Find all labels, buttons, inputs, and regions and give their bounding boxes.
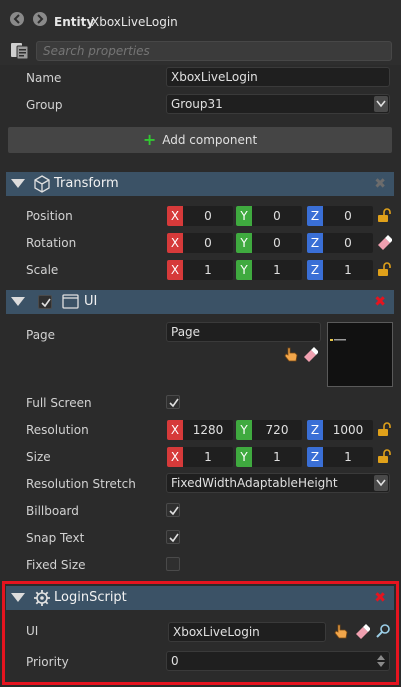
- eraser-icon[interactable]: [302, 346, 318, 362]
- collapse-triangle-icon: [11, 297, 25, 306]
- size-y-field[interactable]: 1: [252, 447, 302, 467]
- group-value: Group31: [171, 97, 223, 111]
- axis-z-label: Z: [307, 447, 323, 467]
- fixed-size-label: Fixed Size: [26, 558, 86, 572]
- size-x-field[interactable]: 1: [183, 447, 233, 467]
- check-icon: [41, 298, 51, 308]
- position-x-field[interactable]: 0: [183, 206, 233, 226]
- group-dropdown[interactable]: Group31: [166, 94, 390, 114]
- remove-component-icon[interactable]: ✖: [374, 295, 386, 309]
- hand-pointer-icon[interactable]: [283, 346, 299, 362]
- chevron-down-icon: [374, 96, 388, 112]
- rotation-z-field[interactable]: 0: [323, 233, 373, 253]
- arrow-left-icon: [13, 14, 20, 24]
- snap-text-checkbox[interactable]: [166, 530, 180, 544]
- axis-y-label: Y: [236, 420, 252, 440]
- axis-x-label: X: [167, 260, 183, 280]
- arrow-right-icon: [37, 14, 44, 24]
- scale-y-field[interactable]: 1: [252, 260, 302, 280]
- axis-x-label: X: [167, 420, 183, 440]
- page-thumbnail-icon: [330, 339, 346, 341]
- resolution-stretch-value: FixedWidthAdaptableHeight: [171, 476, 338, 490]
- page-field[interactable]: Page: [166, 322, 321, 342]
- name-field[interactable]: XboxLiveLogin: [166, 67, 390, 87]
- entity-title: XboxLiveLogin: [91, 15, 178, 29]
- rotation-label: Rotation: [26, 236, 77, 250]
- eraser-icon[interactable]: [376, 234, 392, 250]
- axis-z-label: Z: [307, 206, 323, 226]
- axis-x-label: X: [167, 233, 183, 253]
- check-icon: [169, 533, 179, 543]
- check-icon: [169, 506, 179, 516]
- ui-title: UI: [84, 294, 98, 309]
- scale-x-field[interactable]: 1: [183, 260, 233, 280]
- axis-y-label: Y: [236, 260, 252, 280]
- ui-enabled-checkbox[interactable]: [38, 295, 52, 309]
- add-component-button[interactable]: + Add component: [8, 127, 392, 153]
- axis-y-label: Y: [236, 206, 252, 226]
- collapse-triangle-icon: [11, 179, 25, 188]
- billboard-label: Billboard: [26, 504, 79, 518]
- name-label: Name: [26, 71, 62, 85]
- page-label: Page: [26, 328, 56, 342]
- axis-y-label: Y: [236, 233, 252, 253]
- axis-x-label: X: [167, 206, 183, 226]
- transform-title: Transform: [54, 176, 119, 191]
- resolution-stretch-dropdown[interactable]: FixedWidthAdaptableHeight: [166, 473, 390, 493]
- resolution-y-field[interactable]: 720: [252, 420, 302, 440]
- axis-z-label: Z: [307, 420, 323, 440]
- resolution-label: Resolution: [26, 423, 89, 437]
- lock-open-icon[interactable]: [377, 448, 391, 464]
- search-input[interactable]: [36, 41, 392, 61]
- position-label: Position: [26, 209, 73, 223]
- resolution-z-field[interactable]: 1000: [323, 420, 373, 440]
- plus-icon: +: [142, 130, 157, 149]
- remove-component-icon[interactable]: ✖: [374, 177, 386, 191]
- page-preview: [327, 322, 393, 387]
- position-z-field[interactable]: 0: [323, 206, 373, 226]
- fullscreen-checkbox[interactable]: [166, 395, 180, 409]
- position-y-field[interactable]: 0: [252, 206, 302, 226]
- size-label: Size: [26, 450, 51, 464]
- group-label: Group: [26, 98, 63, 112]
- resolution-x-field[interactable]: 1280: [183, 420, 233, 440]
- fullscreen-label: Full Screen: [26, 396, 92, 410]
- entity-kind-label: Entity: [54, 15, 95, 29]
- fixed-size-checkbox[interactable]: [166, 557, 180, 571]
- chevron-down-icon: [374, 475, 388, 491]
- lock-open-icon[interactable]: [377, 207, 391, 223]
- axis-x-label: X: [167, 447, 183, 467]
- forward-button[interactable]: [33, 12, 47, 26]
- scale-label: Scale: [26, 263, 59, 277]
- rotation-y-field[interactable]: 0: [252, 233, 302, 253]
- window-icon: [62, 294, 79, 309]
- size-z-field[interactable]: 1: [323, 447, 373, 467]
- add-component-label: Add component: [162, 133, 258, 147]
- check-icon: [169, 398, 179, 408]
- properties-filter-icon[interactable]: [10, 42, 30, 60]
- back-button[interactable]: [10, 12, 24, 26]
- lock-open-icon[interactable]: [377, 421, 391, 437]
- cube-icon: [34, 175, 50, 193]
- scale-z-field[interactable]: 1: [323, 260, 373, 280]
- transform-section-header[interactable]: Transform ✖: [6, 172, 394, 196]
- loginscript-highlight-frame: [2, 581, 399, 685]
- resolution-stretch-label: Resolution Stretch: [26, 477, 136, 491]
- billboard-checkbox[interactable]: [166, 503, 180, 517]
- rotation-x-field[interactable]: 0: [183, 233, 233, 253]
- snap-text-label: Snap Text: [26, 531, 85, 545]
- axis-z-label: Z: [307, 233, 323, 253]
- lock-open-icon[interactable]: [377, 261, 391, 277]
- axis-y-label: Y: [236, 447, 252, 467]
- ui-section-header[interactable]: UI ✖: [6, 290, 394, 314]
- axis-z-label: Z: [307, 260, 323, 280]
